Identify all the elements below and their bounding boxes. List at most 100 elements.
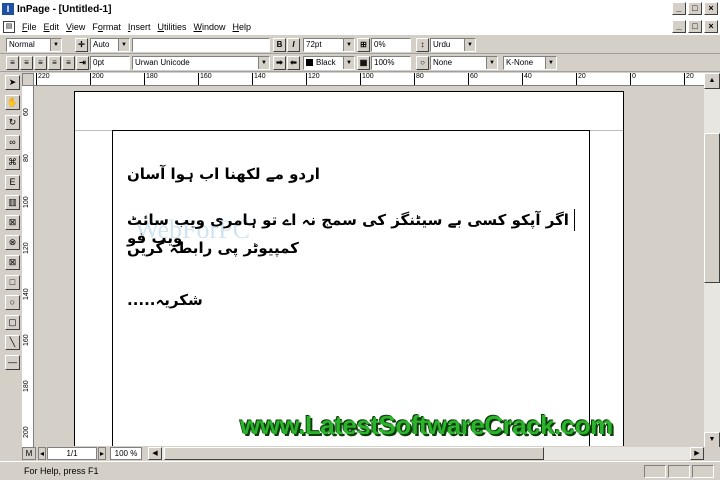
menu-label: tilities [163,21,187,32]
italic-button[interactable]: I [287,38,300,52]
text-line-3: کمپیوٹر پی رابطہ کریں [127,239,299,257]
unlink-tool-icon[interactable]: ⌘ [5,155,20,170]
ruler-tick [630,73,631,85]
align-right-icon[interactable]: ≡ [34,56,47,70]
ruler-label: 160 [23,334,30,346]
language-icon[interactable]: ↕ [416,38,429,52]
site-watermark: www.LatestSoftwareCrack.com [240,410,613,440]
language-select[interactable]: Urdu [430,38,476,52]
orthogonal-line-tool-icon[interactable]: — [5,355,20,370]
line-tool-icon[interactable]: ╲ [5,335,20,350]
font-size-select[interactable]: 72pt [303,38,355,52]
leading-select[interactable]: Auto [90,38,130,52]
horizontal-scroll-thumb[interactable] [164,447,544,460]
text-box[interactable]: WebForPC اردو مے لکھنا اب ہوا آسان اگر آ… [112,130,590,446]
menu-item-Insert[interactable]: Insert [125,22,154,32]
status-bar: For Help, press F1 [0,461,720,480]
prev-arrow-icon[interactable]: ⬅ [287,56,300,70]
kashida-select[interactable]: K-None [503,56,557,70]
leading-icon[interactable]: ✛ [75,38,88,52]
doc-minimize-button[interactable]: _ [672,20,686,33]
master-page-button[interactable]: M [22,447,36,460]
ruler-label: 60 [470,73,478,80]
ruler-label: 60 [23,108,30,116]
indent-icon[interactable]: ⇥ [76,56,89,70]
scroll-down-icon[interactable]: ▼ [704,432,720,448]
color-select[interactable]: Black [303,56,355,70]
hand-tool-icon[interactable]: ✋ [5,95,20,110]
box-tool-icon[interactable]: ⊠ [5,215,20,230]
menu-item-View[interactable]: View [63,22,88,32]
menu-item-Help[interactable]: Help [229,22,254,32]
status-panel-2 [668,465,690,478]
rotate-tool-icon[interactable]: ↻ [5,115,20,130]
align-left-icon[interactable]: ≡ [6,56,19,70]
scroll-left-icon[interactable]: ◀ [148,447,162,460]
title-bar: I InPage - [Untitled-1] _ □ × [0,0,720,18]
horizontal-scrollbar[interactable]: ◀ ▶ [148,447,704,460]
page-prev-icon[interactable]: ◂ [38,447,46,460]
justify-all-icon[interactable]: ≡ [62,56,75,70]
ruler-tick [36,73,37,85]
document-canvas[interactable]: WebForPC اردو مے لکھنا اب ہوا آسان اگر آ… [34,86,704,446]
text-tool-icon[interactable]: E [5,175,20,190]
page-next-icon[interactable]: ▸ [98,447,106,460]
ruler-label: 220 [38,73,50,80]
column-tool-icon[interactable]: ▥ [5,195,20,210]
zoom-field[interactable]: 100 % [110,447,142,460]
maximize-button[interactable]: □ [688,2,702,15]
link-tool-icon[interactable]: ∞ [5,135,20,150]
menu-item-Edit[interactable]: Edit [41,22,63,32]
rectangle-tool-icon[interactable]: □ [5,275,20,290]
rounded-rect-tool-icon[interactable]: ▢ [5,315,20,330]
minimize-button[interactable]: _ [672,2,686,15]
shade-field[interactable]: 100% [371,56,411,70]
ellipse-tool-icon[interactable]: ○ [5,295,20,310]
menu-item-Format[interactable]: Format [89,22,124,32]
next-arrow-icon[interactable]: ➡ [273,56,286,70]
close-button[interactable]: × [704,2,718,15]
formatting-toolbar-1: Normal ✛ Auto B I 72pt ⊞ 0% ↕ Urdu [0,36,720,54]
ruler-tick [684,73,685,85]
ruler-tick [198,73,199,85]
menu-label: rmat [102,21,121,32]
menu-item-Window[interactable]: Window [190,22,228,32]
align-center-icon[interactable]: ≡ [20,56,33,70]
ruler-tick [306,73,307,85]
vertical-scroll-thumb[interactable] [704,133,720,283]
shade-icon[interactable]: ▦ [357,56,370,70]
ruler-label: 40 [524,73,532,80]
color-label: Black [316,58,336,67]
app-icon: I [2,3,14,15]
menu-label: indow [201,21,226,32]
menu-item-Utilities[interactable]: Utilities [154,22,189,32]
tracking-icon[interactable]: ⊞ [357,38,370,52]
ruler-label: 0 [632,73,636,80]
font-select[interactable]: Urwan Unicode [132,56,270,70]
menu-accelerator: W [193,21,202,32]
scroll-right-icon[interactable]: ▶ [690,447,704,460]
circle-icon[interactable]: ○ [416,56,429,70]
status-panel-1 [644,465,666,478]
page-number-field[interactable]: 1/1 [47,447,97,460]
ruler-label: 200 [92,73,104,80]
indent-field[interactable]: 0pt [90,56,130,70]
bold-button[interactable]: B [273,38,286,52]
tracking-field[interactable]: 0% [371,38,411,52]
oval-box-tool-icon[interactable]: ⊗ [5,235,20,250]
none-select[interactable]: None [430,56,498,70]
blank-field[interactable] [132,38,270,52]
document-icon[interactable]: ▤ [3,20,15,33]
rounded-box-tool-icon[interactable]: ⊠ [5,255,20,270]
ruler-tick [414,73,415,85]
ruler-label: 180 [146,73,158,80]
justify-icon[interactable]: ≡ [48,56,61,70]
menu-item-File[interactable]: File [19,22,40,32]
scroll-up-icon[interactable]: ▲ [704,73,720,89]
doc-restore-button[interactable]: □ [688,20,702,33]
pointer-tool-icon[interactable]: ➤ [5,75,20,90]
vertical-scrollbar[interactable]: ▲ ▼ [704,73,720,448]
style-select[interactable]: Normal [6,38,62,52]
ruler-label: 20 [578,73,586,80]
doc-close-button[interactable]: × [704,20,718,33]
